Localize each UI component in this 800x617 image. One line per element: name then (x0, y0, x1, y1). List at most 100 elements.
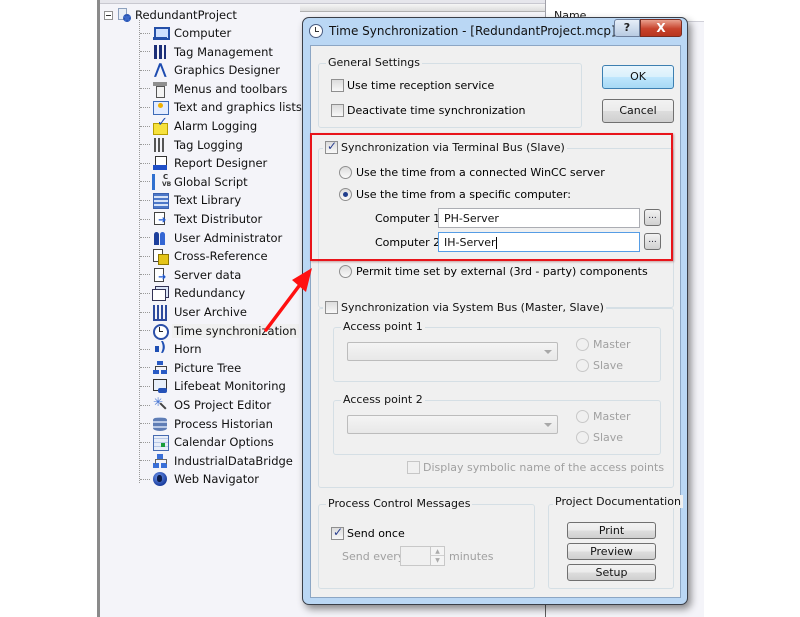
tree-item-picture-tree[interactable]: Picture Tree (140, 359, 241, 377)
tree-item-computer[interactable]: Computer (140, 24, 231, 42)
tree-item-horn[interactable]: Horn (140, 340, 202, 358)
send-once-row[interactable]: Send once (331, 525, 405, 540)
tree-item-calendar-options[interactable]: Calendar Options (140, 433, 274, 452)
use-time-reception-row[interactable]: Use time reception service (331, 79, 494, 92)
deactivate-sync-row[interactable]: Deactivate time synchronization (331, 104, 525, 117)
tree-item-text-graphics-lists[interactable]: Text and graphics lists (140, 98, 302, 116)
computer1-browse-button[interactable]: ... (644, 209, 661, 226)
ap1-master-radio[interactable] (576, 338, 589, 351)
specific-computer-radio[interactable] (339, 188, 352, 201)
process-control-title: Process Control Messages (326, 497, 473, 510)
tree-item-process-historian[interactable]: Process Historian (140, 415, 273, 433)
ap2-master-radio[interactable] (576, 410, 589, 423)
tree-item-text-distributor[interactable]: Text Distributor (140, 210, 262, 228)
tree-item-report-designer[interactable]: Report Designer (140, 154, 267, 172)
display-symbolic-checkbox[interactable] (407, 461, 420, 474)
help-button[interactable]: ? (614, 19, 640, 37)
send-every-stepper[interactable]: ▲ ▼ (400, 546, 445, 566)
ap2-master-row[interactable]: Master (576, 410, 631, 423)
ap2-master-label: Master (593, 410, 631, 423)
tree-item-alarm-logging[interactable]: Alarm Logging (140, 115, 257, 135)
computer2-input[interactable]: IH-Server (438, 232, 640, 252)
connected-server-radio[interactable] (339, 166, 352, 179)
collapse-icon[interactable] (104, 10, 113, 20)
use-time-reception-label: Use time reception service (347, 79, 495, 92)
cross-reference-icon (152, 248, 169, 266)
display-symbolic-row[interactable]: Display symbolic name of the access poin… (407, 461, 664, 474)
calendar-options-icon (152, 434, 169, 452)
setup-button[interactable]: Setup (567, 564, 656, 581)
tree-item-label: Lifebeat Monitoring (174, 379, 286, 394)
option-external-row[interactable]: Permit time set by external (3rd - party… (339, 265, 648, 278)
computer2-browse-button[interactable]: ... (644, 233, 661, 250)
tree-item-global-script[interactable]: Global Script (140, 173, 248, 191)
tree-item-time-synchronization[interactable]: Time synchronization (140, 322, 299, 340)
computer1-input[interactable]: PH-Server (438, 208, 640, 228)
stepper-up-icon[interactable]: ▲ (430, 547, 444, 556)
system-bus-checkbox[interactable] (325, 301, 338, 314)
computer1-label: Computer 1: (375, 212, 444, 225)
cancel-button[interactable]: Cancel (602, 99, 674, 123)
specific-computer-label: Use the time from a specific computer: (356, 188, 571, 201)
tree-item-label: Computer (174, 26, 232, 40)
tree-item-industrial-data-bridge[interactable]: IndustrialDataBridge (140, 452, 293, 470)
chevron-down-icon (544, 423, 552, 427)
dialog-title-bar[interactable]: Time Synchronization - [RedundantProject… (303, 18, 687, 44)
text-distributor-icon (152, 211, 168, 227)
dialog-client-area: General Settings Use time reception serv… (310, 45, 683, 598)
ap2-slave-row[interactable]: Slave (576, 431, 623, 444)
tree-item-label: Horn (174, 342, 202, 357)
tree-item-user-archive[interactable]: User Archive (140, 303, 247, 321)
ap1-slave-row[interactable]: Slave (576, 359, 623, 372)
tree-root-item[interactable]: RedundantProject (104, 6, 304, 24)
ap1-master-row[interactable]: Master (576, 338, 631, 351)
tree-item-label: Text Library (174, 193, 242, 208)
close-button[interactable]: X (640, 19, 682, 37)
user-archive-icon (152, 304, 168, 321)
use-time-reception-checkbox[interactable] (331, 79, 344, 92)
access-point-1-select[interactable] (347, 342, 558, 361)
ap2-slave-radio[interactable] (576, 431, 589, 444)
chevron-down-icon (544, 350, 552, 354)
tree-item-os-project-editor[interactable]: OS Project Editor (140, 395, 271, 414)
send-once-checkbox[interactable] (331, 525, 344, 540)
tree-item-server-data[interactable]: Server data (140, 266, 241, 284)
access-point-2-select[interactable] (347, 415, 558, 434)
send-every-label: Send every (342, 550, 405, 563)
ok-button[interactable]: OK (602, 65, 674, 89)
tree-item-redundancy[interactable]: Redundancy (140, 284, 245, 302)
terminal-bus-checkbox[interactable] (325, 139, 338, 154)
deactivate-sync-label: Deactivate time synchronization (347, 104, 526, 117)
external-components-radio[interactable] (339, 265, 352, 278)
option-specific-computer-row[interactable]: Use the time from a specific computer: (339, 188, 571, 201)
tree-item-label: Text and graphics lists (174, 100, 302, 115)
ap1-slave-radio[interactable] (576, 359, 589, 372)
terminal-bus-title[interactable]: Synchronization via Terminal Bus (Slave) (323, 139, 567, 154)
external-components-label: Permit time set by external (3rd - party… (356, 265, 648, 278)
tree-item-text-library[interactable]: Text Library (140, 191, 242, 210)
project-documentation-title: Project Documentation (553, 495, 683, 508)
tree-item-menus-toolbars[interactable]: Menus and toolbars (140, 80, 287, 98)
print-button[interactable]: Print (567, 522, 656, 539)
system-bus-title[interactable]: Synchronization via System Bus (Master, … (323, 301, 606, 314)
tree-item-lifebeat-monitoring[interactable]: Lifebeat Monitoring (140, 377, 286, 395)
ap1-master-label: Master (593, 338, 631, 351)
tree-item-label: Process Historian (174, 416, 273, 431)
tree-item-tag-management[interactable]: Tag Management (140, 43, 273, 61)
web-navigator-icon (152, 471, 168, 487)
tree-item-cross-reference[interactable]: Cross-Reference (140, 247, 268, 266)
tree-item-user-administrator[interactable]: User Administrator (140, 229, 282, 247)
process-historian-icon (152, 416, 168, 432)
tree-item-tag-logging[interactable]: Tag Logging (140, 136, 243, 154)
deactivate-sync-checkbox[interactable] (331, 104, 344, 117)
tree-item-web-navigator[interactable]: Web Navigator (140, 470, 259, 488)
option-connected-server-row[interactable]: Use the time from a connected WinCC serv… (339, 166, 605, 179)
computer2-label: Computer 2: (375, 236, 444, 249)
time-synchronization-dialog: Time Synchronization - [RedundantProject… (302, 17, 688, 605)
preview-button[interactable]: Preview (567, 543, 656, 560)
tree-root-label: RedundantProject (135, 8, 237, 22)
stepper-down-icon[interactable]: ▼ (430, 556, 444, 565)
redundancy-icon (152, 285, 169, 302)
tree-item-label: Report Designer (174, 156, 268, 171)
tree-item-graphics-designer[interactable]: Graphics Designer (140, 60, 280, 79)
